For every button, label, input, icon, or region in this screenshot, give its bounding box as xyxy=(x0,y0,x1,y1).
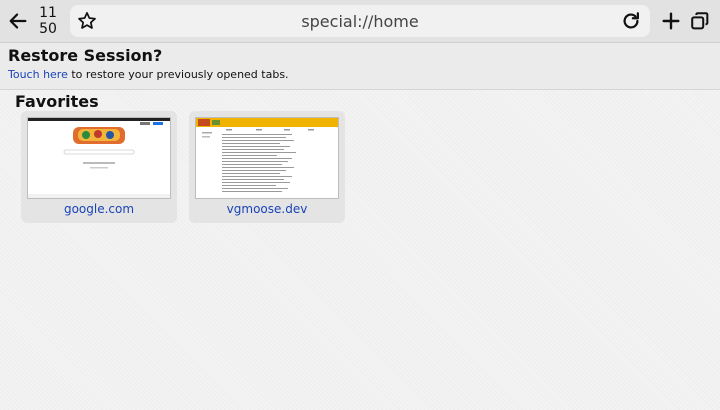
new-tab-button[interactable] xyxy=(656,6,686,36)
restore-session-text: Touch here to restore your previously op… xyxy=(8,68,289,81)
reload-button[interactable] xyxy=(616,6,646,36)
tabs-button[interactable] xyxy=(685,6,715,36)
page-thumbnail xyxy=(195,117,339,199)
restore-session-title: Restore Session? xyxy=(8,46,163,65)
address-bar[interactable]: special://home xyxy=(70,5,650,37)
vgmoose-thumbnail-image xyxy=(196,118,338,198)
favorite-tile[interactable]: google.com xyxy=(21,111,177,223)
google-thumbnail-image xyxy=(28,118,170,198)
browser-toolbar: 11 50 special://home xyxy=(0,0,720,43)
plus-icon xyxy=(662,12,680,30)
favorite-label: vgmoose.dev xyxy=(226,202,308,216)
page-thumbnail xyxy=(27,117,171,199)
clock: 11 50 xyxy=(37,5,59,37)
favorite-tile[interactable]: vgmoose.dev xyxy=(189,111,345,223)
favorite-label: google.com xyxy=(63,202,135,216)
tabs-icon xyxy=(691,12,709,30)
restore-session-banner: Restore Session? Touch here to restore y… xyxy=(0,43,720,90)
reload-icon xyxy=(623,12,639,29)
clock-minute: 50 xyxy=(39,21,57,37)
back-arrow-icon xyxy=(9,13,27,29)
favorites-heading: Favorites xyxy=(15,92,99,111)
clock-hour: 11 xyxy=(39,5,57,21)
restore-session-description: to restore your previously opened tabs. xyxy=(67,68,289,81)
restore-session-link[interactable]: Touch here xyxy=(8,68,68,81)
address-text: special://home xyxy=(301,12,419,31)
back-button[interactable] xyxy=(3,6,33,36)
